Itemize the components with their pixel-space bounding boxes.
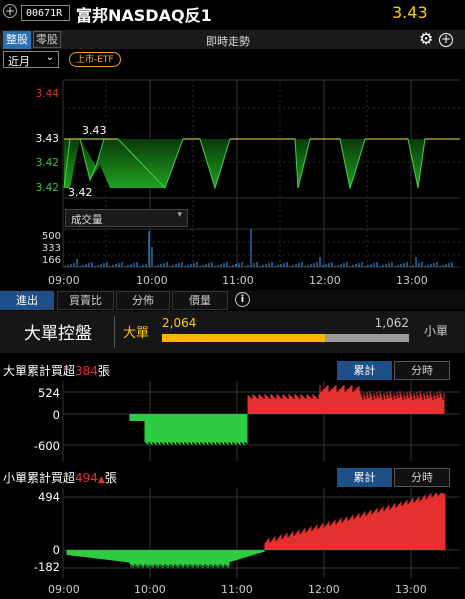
bottom-x-label-1300: 13:00 [395,583,427,596]
add-watchlist-icon[interactable]: + [3,4,17,18]
period-label: 近月 [8,55,30,68]
big-panel-title: 大單累計買超384張 [3,362,110,379]
volume-bars [64,229,453,267]
small-y-tick-min: -182 [33,560,60,574]
big-panel-title-value: 384 [75,364,98,378]
small-order-value: 1,062 [374,316,409,330]
big-order-chart [62,381,460,461]
current-price: 3.43 [392,3,428,22]
bottom-x-label-1000: 10:00 [134,583,166,596]
market-tag: 上市-ETF [69,52,121,67]
stock-code-button[interactable]: 00671R [21,5,70,21]
price-annotation-low: 3.42 [68,186,93,199]
price-y-tick-low: 3.42 [35,157,59,169]
x-label-1100: 11:00 [222,274,254,287]
big-per-minute-button[interactable]: 分時 [394,361,450,380]
info-icon[interactable]: i [235,292,250,307]
small-y-tick-zero: 0 [52,543,60,557]
bottom-x-label-1100: 11:00 [221,583,253,596]
gear-icon[interactable]: ⚙ [419,30,433,48]
up-arrow-icon: ▲ [97,475,105,485]
volume-y-tick-166: 166 [41,255,61,266]
small-panel-title-value: 494 [75,471,98,485]
big-y-tick-max: 524 [38,386,60,400]
price-y-tick-ref: 3.43 [35,133,59,145]
price-y-tick-low2: 3.42 [35,182,59,194]
tab-flow[interactable]: 進出 [0,291,54,310]
big-order-label: 大單 [123,326,150,341]
period-select[interactable]: 近月 ⌄ [3,51,59,68]
price-annotation-high: 3.43 [82,124,107,137]
tab-odd-lot[interactable]: 零股 [33,31,61,48]
small-y-tick-max: 494 [38,490,60,504]
tab-buy-sell-ratio[interactable]: 買賣比 [57,291,114,310]
x-label-1300: 13:00 [396,274,428,287]
small-per-minute-button[interactable]: 分時 [394,468,450,487]
big-panel-title-suffix: 張 [97,364,110,378]
chevron-down-icon: ⌄ [45,52,54,63]
tab-price-volume[interactable]: 價量 [172,291,228,310]
small-order-chart [62,488,460,578]
big-order-bars [129,385,445,445]
tab-distribution[interactable]: 分佈 [116,291,170,310]
bottom-x-label-0900: 09:00 [48,583,80,596]
volume-indicator-select[interactable]: 成交量 ▾ [65,209,188,227]
x-label-0900: 09:00 [48,274,80,287]
control-divider [114,316,115,348]
small-cumulative-button[interactable]: 累計 [337,468,392,487]
stock-name: 富邦NASDAQ反1 [76,6,212,25]
price-y-tick-high: 3.44 [35,88,59,100]
tab-board-lot[interactable]: 整股 [3,31,31,49]
price-area-fill [200,139,230,188]
small-order-bars [66,493,446,568]
bottom-x-label-1200: 12:00 [308,583,340,596]
chevron-down-icon: ▾ [177,210,182,220]
add-icon[interactable]: + [439,33,453,47]
big-order-value: 2,064 [162,316,197,330]
small-panel-title-suffix: 張 [104,471,117,485]
control-title: 大單控盤 [24,324,92,344]
big-y-tick-min: -600 [33,439,60,453]
x-label-1200: 12:00 [309,274,341,287]
volume-chart [62,228,460,268]
chart-title: 即時走勢 [206,35,250,48]
big-cumulative-button[interactable]: 累計 [337,361,392,380]
big-order-ratio-fill [162,334,326,342]
volume-indicator-label: 成交量 [71,214,103,226]
small-panel-title: 小單累計買超494▲張 [3,469,117,486]
big-y-tick-zero: 0 [52,408,60,422]
volume-grid [62,228,460,268]
volume-y-tick-500: 500 [41,231,61,242]
volume-y-tick-333: 333 [41,243,61,254]
x-label-1000: 10:00 [136,274,168,287]
small-order-label: 小單 [424,324,449,338]
small-panel-title-prefix: 小單累計買超 [3,471,76,485]
big-panel-title-prefix: 大單累計買超 [3,364,76,378]
order-ratio-bar [162,334,409,342]
